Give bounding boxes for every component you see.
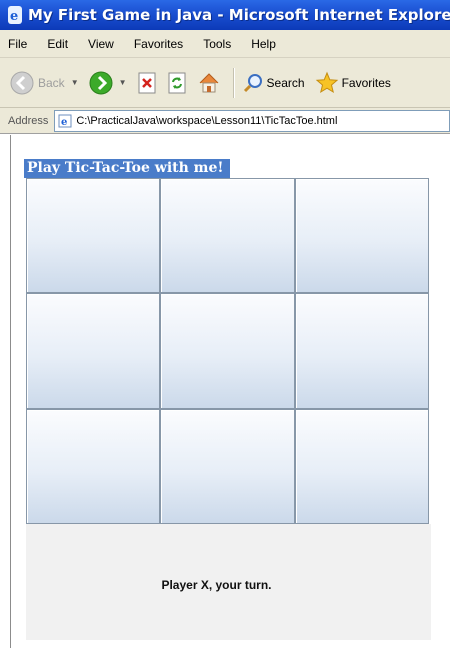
forward-arrow-icon bbox=[89, 71, 113, 94]
favorites-label: Favorites bbox=[341, 75, 391, 90]
page-icon: e bbox=[58, 114, 72, 128]
refresh-icon bbox=[168, 72, 186, 93]
toolbar-separator bbox=[232, 67, 234, 98]
menu-view[interactable]: View bbox=[88, 37, 114, 51]
home-icon bbox=[199, 72, 218, 92]
tic-tac-toe-board bbox=[26, 178, 429, 524]
favorites-star-icon bbox=[315, 71, 338, 93]
status-message: Player X, your turn. bbox=[161, 578, 272, 592]
content-left-border bbox=[10, 135, 11, 648]
address-label: Address bbox=[8, 114, 49, 127]
favorites-button[interactable]: Favorites bbox=[315, 71, 391, 95]
board-cell-4[interactable] bbox=[27, 294, 160, 408]
toolbar: Back ▼ ▼ Search Favorites bbox=[0, 58, 450, 108]
forward-button[interactable]: ▼ bbox=[89, 71, 127, 95]
title-bar: e My First Game in Java - Microsoft Inte… bbox=[0, 0, 450, 30]
board-cell-1[interactable] bbox=[27, 179, 160, 293]
browser-window: e My First Game in Java - Microsoft Inte… bbox=[0, 0, 450, 648]
board-cell-7[interactable] bbox=[27, 409, 160, 523]
address-value: C:\PracticalJava\workspace\Lesson11\TicT… bbox=[76, 114, 338, 127]
search-button[interactable]: Search bbox=[242, 72, 305, 94]
back-dropdown-icon[interactable]: ▼ bbox=[71, 78, 79, 87]
board-cell-3[interactable] bbox=[295, 179, 428, 293]
menu-file[interactable]: File bbox=[8, 37, 27, 51]
svg-text:e: e bbox=[10, 9, 18, 22]
back-button[interactable]: Back ▼ bbox=[10, 71, 79, 95]
search-icon bbox=[243, 73, 262, 92]
back-arrow-icon bbox=[10, 71, 34, 94]
board-cell-5[interactable] bbox=[161, 294, 294, 408]
svg-text:e: e bbox=[61, 117, 67, 128]
back-label: Back bbox=[38, 75, 65, 90]
menu-edit[interactable]: Edit bbox=[47, 37, 68, 51]
search-label: Search bbox=[266, 75, 305, 90]
board-cell-2[interactable] bbox=[161, 179, 294, 293]
refresh-button[interactable] bbox=[167, 72, 187, 94]
board-cell-8[interactable] bbox=[161, 409, 294, 523]
status-panel: Player X, your turn. bbox=[26, 524, 431, 640]
board-cell-9[interactable] bbox=[295, 409, 428, 523]
forward-dropdown-icon[interactable]: ▼ bbox=[119, 78, 127, 87]
stop-button[interactable] bbox=[137, 72, 157, 94]
game-title: Play Tic-Tac-Toe with me! bbox=[24, 159, 230, 178]
address-input[interactable]: e C:\PracticalJava\workspace\Lesson11\Ti… bbox=[54, 109, 450, 132]
board-cell-6[interactable] bbox=[295, 294, 428, 408]
menu-bar: File Edit View Favorites Tools Help bbox=[0, 30, 450, 58]
menu-favorites[interactable]: Favorites bbox=[134, 37, 183, 51]
internet-explorer-icon: e bbox=[8, 6, 22, 24]
menu-tools[interactable]: Tools bbox=[203, 37, 231, 51]
home-button[interactable] bbox=[197, 71, 221, 95]
address-bar: Address e C:\PracticalJava\workspace\Les… bbox=[0, 108, 450, 134]
stop-icon bbox=[138, 72, 156, 93]
menu-help[interactable]: Help bbox=[251, 37, 276, 51]
window-title: My First Game in Java - Microsoft Intern… bbox=[28, 6, 450, 24]
